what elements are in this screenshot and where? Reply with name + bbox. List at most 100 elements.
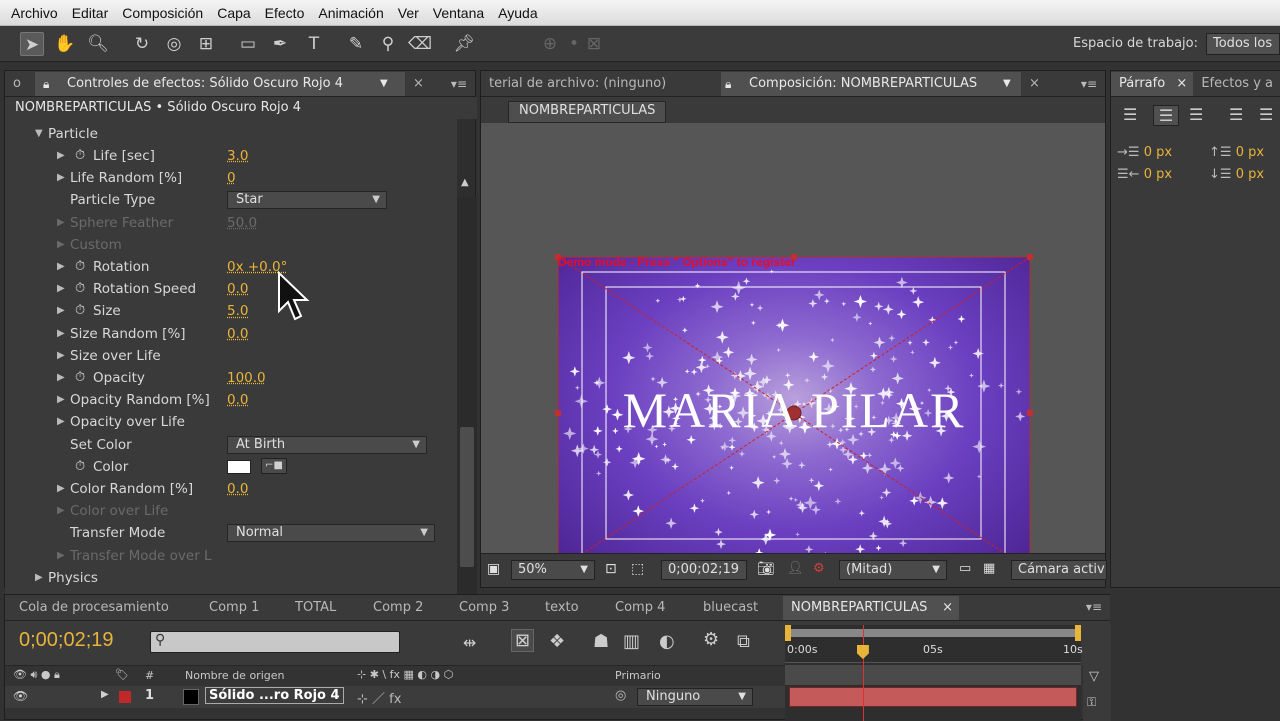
panel-menu-icon[interactable]: ▾≡ (1081, 77, 1097, 91)
tab-texto[interactable]: texto (537, 596, 587, 620)
pickwhip-icon[interactable]: ◎ (615, 688, 626, 703)
property-row[interactable]: Set ColorAt Birth▼ (5, 434, 457, 456)
stopwatch-icon[interactable]: ⏱︎ (75, 456, 85, 478)
twirl-closed-icon[interactable]: ▶ (57, 545, 65, 567)
space-after-value[interactable]: 0 px (1236, 167, 1264, 182)
color-channel-icon[interactable]: ⚙ (813, 560, 825, 580)
property-row[interactable]: ▶⏱︎Rotation0x +0.0° (5, 256, 457, 278)
magnification-select[interactable]: 50%▼ (511, 560, 595, 580)
property-dropdown[interactable]: At Birth▼ (227, 436, 427, 454)
layer-name[interactable]: Sólido ...ro Rojo 4 (205, 687, 344, 704)
composition-viewer[interactable]: Demo mode - Press " Options" to register… (481, 123, 1105, 553)
stopwatch-icon[interactable]: ⏱︎ (75, 278, 85, 300)
chevron-down-icon[interactable]: ▼ (380, 72, 388, 96)
brush-tool-icon[interactable]: ✎ (344, 32, 368, 56)
pen-tool-icon[interactable]: ✒ (268, 32, 292, 56)
tab-effects-presets[interactable]: Efectos y a (1193, 72, 1280, 96)
menu-archivo[interactable]: Archivo (4, 5, 65, 21)
property-value[interactable]: 100.0 (227, 367, 266, 389)
property-row[interactable]: ▶Opacity Random [%]0.0 (5, 389, 457, 411)
twirl-closed-icon[interactable]: ▶ (35, 567, 43, 589)
property-value[interactable]: 50.0 (227, 212, 257, 234)
orbit-camera-tool-icon[interactable]: ◎ (162, 32, 186, 56)
section-physics[interactable]: ▶ Physics (5, 567, 457, 589)
layer-duration-bar[interactable] (789, 687, 1077, 707)
justify-last-center-icon[interactable]: ☰ (1259, 105, 1273, 124)
property-value[interactable]: 0.0 (227, 278, 248, 300)
section-particle[interactable]: ▼ Particle (5, 123, 457, 145)
close-icon[interactable]: × (1021, 72, 1048, 96)
graph-editor-icon[interactable]: ⧉ (737, 631, 750, 652)
comp-mini-flowchart-icon[interactable]: ⇹ (463, 633, 476, 652)
align-center-icon[interactable]: ☰ (1153, 105, 1179, 126)
tab-comp-4[interactable]: Comp 4 (607, 596, 673, 620)
workspace-select[interactable]: Todos los (1206, 33, 1280, 55)
property-value[interactable]: 0.0 (227, 323, 248, 345)
align-right-icon[interactable]: ☰ (1189, 105, 1203, 124)
clone-stamp-tool-icon[interactable]: ⚲ (376, 32, 400, 56)
twirl-closed-icon[interactable]: ▶ (101, 689, 109, 700)
source-name-header[interactable]: Nombre de origen (185, 669, 284, 682)
snapshot-icon[interactable]: 👤︎ (787, 560, 804, 580)
twirl-closed-icon[interactable]: ▶ (57, 234, 65, 256)
menu-editar[interactable]: Editar (65, 5, 116, 21)
work-area-bar[interactable] (787, 629, 1079, 637)
label-color-swatch[interactable] (119, 691, 131, 703)
tab-total[interactable]: TOTAL (287, 596, 344, 620)
property-row[interactable]: Transfer ModeNormal▼ (5, 522, 457, 544)
effect-controls-scrollbar[interactable]: ▲ ▼ (457, 197, 477, 631)
property-value[interactable]: 3.0 (227, 145, 248, 167)
property-row[interactable]: ⏱︎Color⌐■ (5, 456, 457, 478)
align-left-icon[interactable]: ☰ (1123, 105, 1137, 124)
menu-composicion[interactable]: Composición (115, 5, 210, 21)
justify-last-left-icon[interactable]: ☰ (1229, 105, 1243, 124)
property-value[interactable]: 0.0 (227, 389, 248, 411)
selection-tool-icon[interactable]: ➤ (20, 32, 44, 56)
panel-menu-icon[interactable]: ▾≡ (451, 77, 467, 91)
space-before-value[interactable]: 0 px (1236, 145, 1264, 160)
property-row[interactable]: ▶Sphere Feather50.0 (5, 212, 457, 234)
menu-animacion[interactable]: Animación (311, 5, 390, 21)
menu-ventana[interactable]: Ventana (426, 5, 491, 21)
menu-ayuda[interactable]: Ayuda (491, 5, 544, 21)
work-area-start-handle[interactable] (785, 625, 791, 641)
property-row[interactable]: ▶Custom (5, 234, 457, 256)
active-camera-select[interactable]: Cámara activ (1011, 560, 1107, 580)
property-row[interactable]: ▶Life Random [%]0 (5, 167, 457, 189)
property-value[interactable]: 5.0 (227, 300, 248, 322)
tab-nombreparticulas[interactable]: NOMBREPARTICULAS× (783, 596, 959, 620)
shy-layers-icon[interactable]: ☗ (593, 631, 609, 652)
twirl-closed-icon[interactable]: ▶ (57, 300, 65, 322)
twirl-closed-icon[interactable]: ▶ (57, 478, 65, 500)
layer-switches[interactable]: ⊹ ／ fx (357, 688, 401, 707)
tab-bluecast[interactable]: bluecast (695, 596, 766, 620)
close-icon[interactable]: × (1176, 72, 1187, 96)
current-time-field[interactable]: 0;00;02;19 (661, 560, 747, 580)
tab-render-queue[interactable]: Cola de procesamiento (11, 596, 177, 620)
twirl-closed-icon[interactable]: ▶ (57, 323, 65, 345)
tab-paragraph[interactable]: Párrafo× (1111, 72, 1193, 96)
property-row[interactable]: ▶⏱︎Life [sec]3.0 (5, 145, 457, 167)
motion-blur-icon[interactable]: ◐ (659, 631, 675, 652)
indent-right-value[interactable]: 0 px (1144, 167, 1172, 182)
color-swatch[interactable] (227, 460, 251, 474)
layer-row[interactable]: 👁︎ ▶ 1 Sólido ...ro Rojo 4 ⊹ ／ fx ◎ Ning… (5, 686, 787, 708)
visibility-eye-icon[interactable]: 👁︎ (13, 689, 28, 703)
stopwatch-icon[interactable]: ⏱︎ (75, 367, 85, 389)
live-update-icon[interactable]: ⊠ (511, 629, 534, 652)
comp-navigator-button[interactable]: NOMBREPARTICULAS (508, 101, 666, 123)
property-value[interactable]: 0 (227, 167, 236, 189)
parent-header[interactable]: Primario (615, 669, 661, 682)
property-row[interactable]: ▶⏱︎Rotation Speed0.0 (5, 278, 457, 300)
eraser-tool-icon[interactable]: ⌫ (408, 32, 432, 56)
timeline-current-time[interactable]: 0;00;02;19 (19, 629, 114, 652)
twirl-closed-icon[interactable]: ▶ (57, 145, 65, 167)
chevron-down-icon[interactable]: ▼ (1003, 72, 1011, 96)
parent-select[interactable]: Ninguno▼ (637, 688, 753, 706)
frame-blending-icon[interactable]: ▥ (623, 631, 640, 652)
comp-marker-bin-icon[interactable]: ▽ (1089, 669, 1099, 684)
property-row[interactable]: ▶⏱︎Opacity100.0 (5, 367, 457, 389)
menu-efecto[interactable]: Efecto (258, 5, 312, 21)
region-of-interest-icon[interactable]: ▭ (959, 560, 971, 580)
eyedropper-icon[interactable]: ⌐■ (261, 458, 287, 474)
